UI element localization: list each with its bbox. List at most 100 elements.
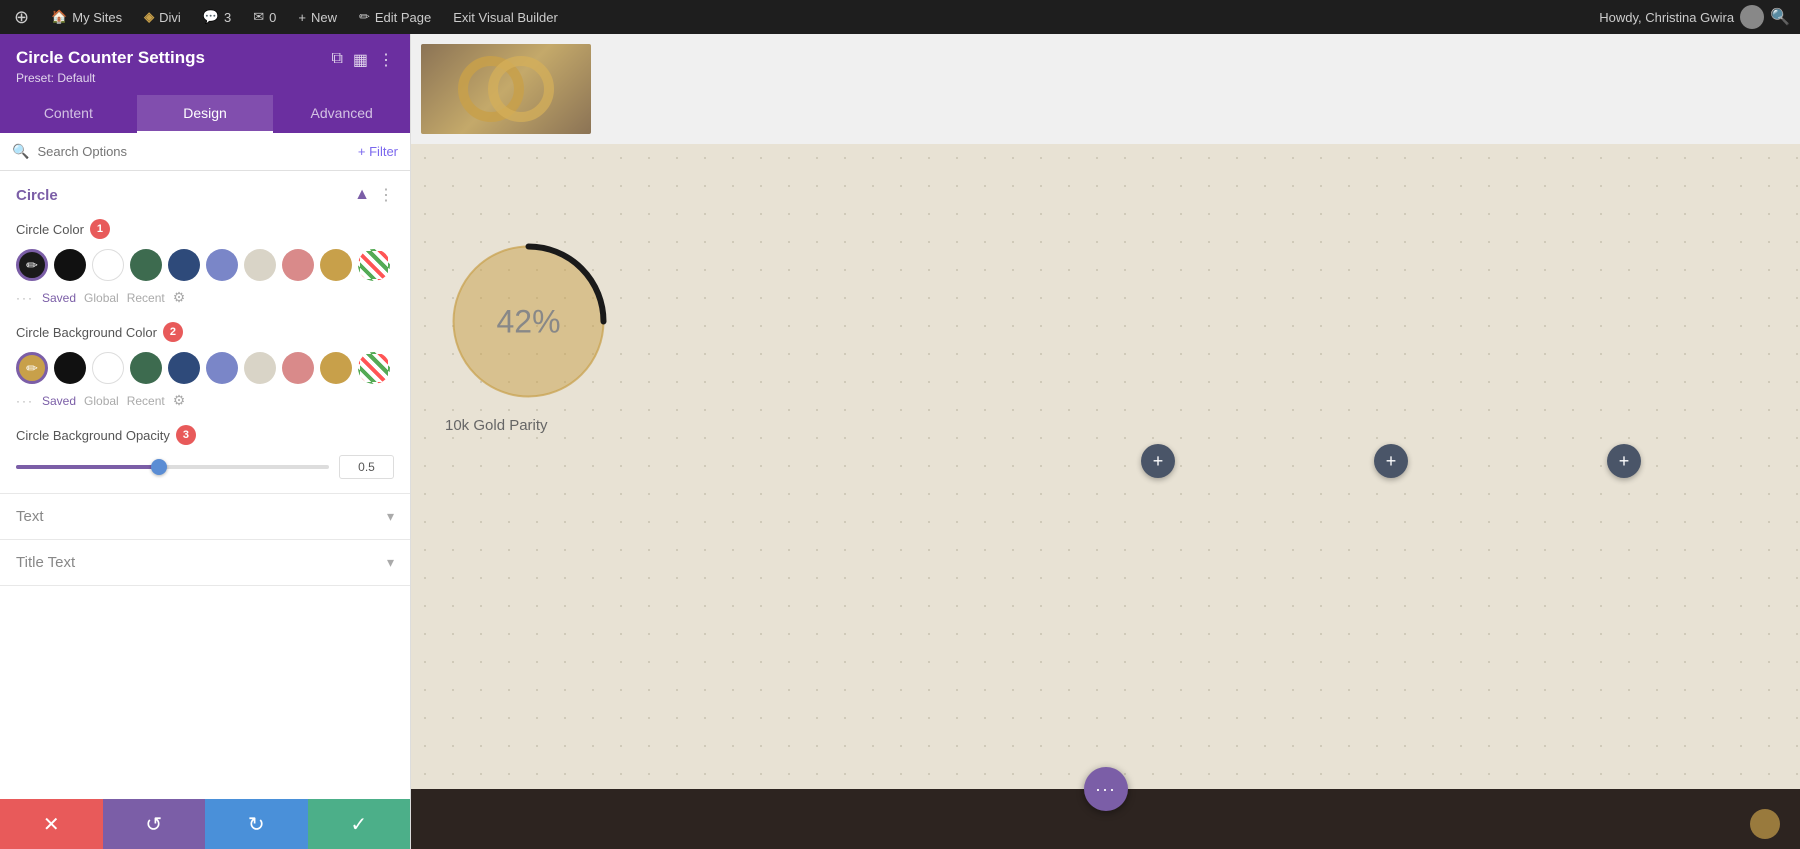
color-swatch[interactable] — [320, 249, 352, 281]
section-thumbnail — [421, 44, 591, 134]
color-swatch[interactable] — [244, 249, 276, 281]
grid-icon[interactable]: ▦ — [353, 50, 368, 70]
my-sites-button[interactable]: 🏠 My Sites — [47, 7, 126, 27]
panel-title: Circle Counter Settings — [16, 48, 205, 68]
edit-icon: ✏ — [359, 9, 370, 25]
color-swatch-striped[interactable] — [358, 249, 390, 281]
color-saved-btn[interactable]: Saved — [42, 291, 76, 305]
cancel-button[interactable]: ✕ — [0, 799, 103, 849]
color-swatch[interactable] — [130, 249, 162, 281]
wp-bar-left: ⊕ 🏠 My Sites ◈ Divi 💬 3 ✉ 0 + New ✏ Edit… — [10, 5, 1583, 30]
add-column-button-3[interactable]: + — [1607, 444, 1641, 478]
text-section[interactable]: Text ▾ — [0, 494, 410, 540]
canvas-main-area: 42% 10k Gold Parity + + + + — [411, 144, 1800, 789]
color-swatch[interactable] — [92, 352, 124, 384]
color-recent-btn[interactable]: Recent — [127, 394, 165, 408]
color-swatch[interactable] — [206, 249, 238, 281]
color-recent-btn[interactable]: Recent — [127, 291, 165, 305]
user-menu[interactable]: Howdy, Christina Gwira 🔍 — [1599, 5, 1790, 29]
color-swatch[interactable] — [168, 352, 200, 384]
circle-color-badge: 1 — [90, 219, 110, 239]
preset-selector[interactable]: Preset: Default — [16, 71, 205, 85]
wp-admin-bar: ⊕ 🏠 My Sites ◈ Divi 💬 3 ✉ 0 + New ✏ Edit… — [0, 0, 1800, 34]
color-swatch[interactable] — [54, 352, 86, 384]
search-icon[interactable]: 🔍 — [1770, 7, 1790, 27]
color-swatch[interactable] — [320, 352, 352, 384]
chevron-down-icon[interactable]: ▾ — [387, 554, 394, 571]
undo-button[interactable]: ↺ — [103, 799, 206, 849]
search-icon: 🔍 — [12, 143, 29, 160]
chevron-down-icon[interactable]: ▾ — [387, 508, 394, 525]
bg-color-swatch-active[interactable]: ✏ — [16, 352, 48, 384]
divi-button[interactable]: ◈ Divi — [140, 7, 185, 27]
wp-logo-button[interactable]: ⊕ — [10, 5, 33, 30]
collapse-icon[interactable]: ⧉ — [331, 50, 342, 70]
color-settings-icon[interactable]: ⚙ — [173, 392, 186, 409]
gold-rings-svg — [441, 44, 571, 134]
builder-float-button[interactable]: ··· — [1084, 767, 1128, 811]
wordpress-icon: ⊕ — [14, 7, 29, 28]
filter-button[interactable]: + Filter — [358, 144, 398, 159]
circle-section-title: Circle — [16, 187, 58, 204]
circle-section-header[interactable]: Circle ▲ ⋮ — [0, 171, 410, 219]
circle-color-swatches: ✏ — [16, 249, 394, 281]
circle-bg-opacity-field: Circle Background Opacity 3 0.5 — [0, 425, 410, 493]
color-saved-btn[interactable]: Saved — [42, 394, 76, 408]
tab-design[interactable]: Design — [137, 95, 274, 133]
title-text-section[interactable]: Title Text ▾ — [0, 540, 410, 586]
text-section-title: Text — [16, 508, 44, 525]
save-button[interactable]: ✓ — [308, 799, 411, 849]
section-more-icon[interactable]: ⋮ — [378, 185, 394, 205]
circle-bg-color-label: Circle Background Color 2 — [16, 322, 394, 342]
circle-counter-label: 10k Gold Parity — [441, 417, 616, 434]
canvas-top-area — [411, 34, 1800, 144]
circle-bg-color-field: Circle Background Color 2 ✏ — [0, 322, 410, 425]
color-swatch[interactable] — [92, 249, 124, 281]
edit-page-button[interactable]: ✏ Edit Page — [355, 7, 435, 27]
color-swatch[interactable] — [54, 249, 86, 281]
color-dots[interactable]: ··· — [16, 394, 34, 408]
circle-bg-opacity-badge: 3 — [176, 425, 196, 445]
messages-button[interactable]: ✉ 0 — [249, 7, 280, 27]
color-swatch[interactable] — [206, 352, 238, 384]
color-swatch[interactable] — [282, 352, 314, 384]
main-layout: Circle Counter Settings Preset: Default … — [0, 34, 1800, 849]
circle-bg-color-swatches: ✏ — [16, 352, 394, 384]
tabs-bar: Content Design Advanced — [0, 95, 410, 133]
color-swatch-striped[interactable] — [358, 352, 390, 384]
tab-content[interactable]: Content — [0, 95, 137, 133]
bottom-bar: ✕ ↺ ↻ ✓ — [0, 799, 410, 849]
new-button[interactable]: + New — [294, 8, 341, 27]
plus-icon: + — [298, 10, 306, 25]
opacity-value-input[interactable]: 0.5 — [339, 455, 394, 479]
color-global-btn[interactable]: Global — [84, 394, 119, 408]
color-dots[interactable]: ··· — [16, 291, 34, 305]
opacity-slider-track[interactable] — [16, 465, 329, 469]
search-input[interactable] — [37, 144, 349, 159]
tab-advanced[interactable]: Advanced — [273, 95, 410, 133]
header-icons: ⧉ ▦ ⋮ — [331, 50, 394, 70]
canvas-footer: ··· — [411, 789, 1800, 849]
color-global-btn[interactable]: Global — [84, 291, 119, 305]
color-swatch-active[interactable]: ✏ — [16, 249, 48, 281]
color-settings-icon[interactable]: ⚙ — [173, 289, 186, 306]
color-swatch[interactable] — [130, 352, 162, 384]
color-swatch[interactable] — [244, 352, 276, 384]
color-swatch[interactable] — [168, 249, 200, 281]
chevron-up-icon[interactable]: ▲ — [354, 186, 370, 204]
color-swatch[interactable] — [282, 249, 314, 281]
search-bar: 🔍 + Filter — [0, 133, 410, 171]
canvas-area: 42% 10k Gold Parity + + + + ··· — [411, 34, 1800, 849]
opacity-slider-thumb[interactable] — [151, 459, 167, 475]
more-icon[interactable]: ⋮ — [378, 50, 394, 70]
opacity-slider-fill — [16, 465, 157, 469]
circle-counter-widget[interactable]: 42% 10k Gold Parity — [441, 234, 616, 434]
comment-icon: 💬 — [203, 9, 219, 25]
user-avatar — [1740, 5, 1764, 29]
add-column-button-1[interactable]: + — [1141, 444, 1175, 478]
exit-visual-builder-button[interactable]: Exit Visual Builder — [449, 8, 562, 27]
add-column-button-2[interactable]: + — [1374, 444, 1408, 478]
comments-button[interactable]: 💬 3 — [199, 7, 235, 27]
divi-icon: ◈ — [144, 9, 154, 25]
redo-button[interactable]: ↻ — [205, 799, 308, 849]
